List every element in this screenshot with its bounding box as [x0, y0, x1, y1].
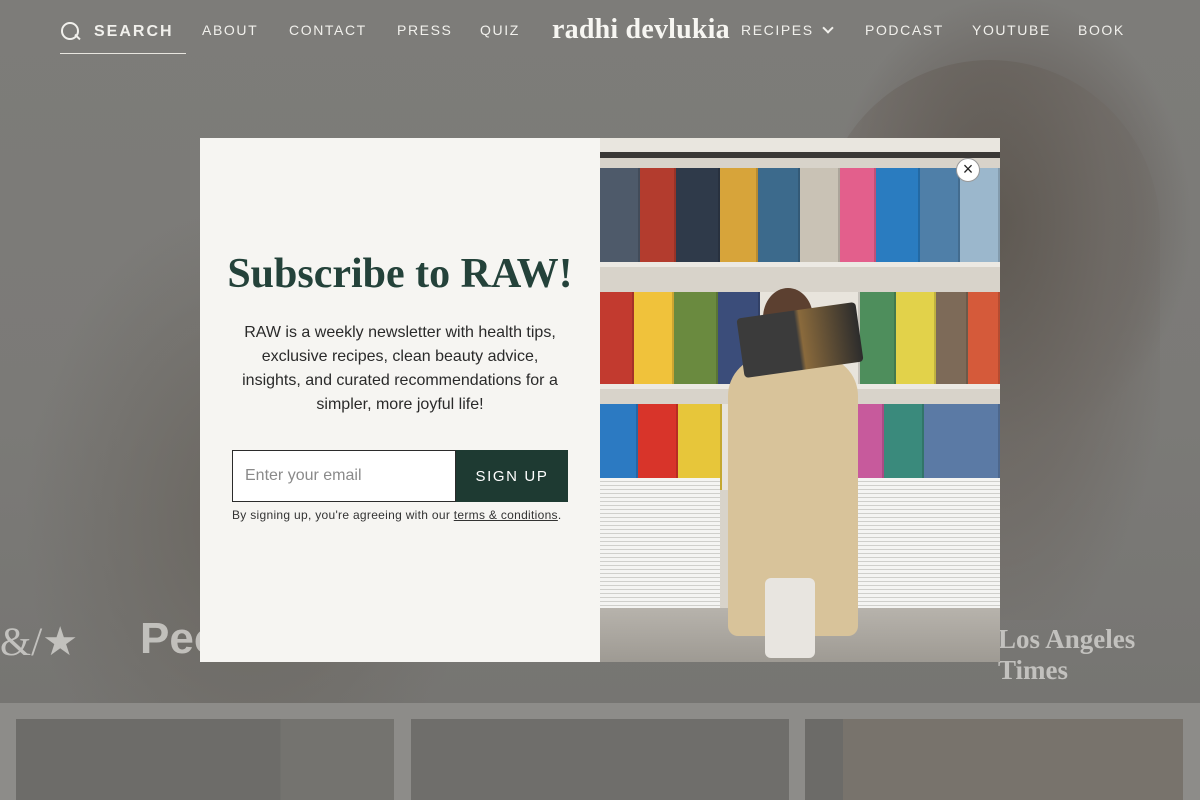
- magazine-row: [600, 168, 1000, 264]
- nav-link-youtube[interactable]: YOUTUBE: [972, 22, 1051, 38]
- subscribe-form: SIGN UP: [232, 450, 568, 502]
- magazine: [896, 292, 936, 384]
- disclaimer-suffix: .: [557, 508, 562, 522]
- email-field[interactable]: [232, 450, 456, 502]
- top-nav: SEARCH ABOUT CONTACT PRESS QUIZ radhi de…: [0, 0, 1200, 64]
- nav-link-recipes-label: RECIPES: [741, 22, 814, 38]
- magazine: [968, 292, 1000, 384]
- magazine: [676, 168, 720, 264]
- nav-link-book[interactable]: BOOK: [1078, 22, 1125, 38]
- magazine: [720, 168, 758, 264]
- terms-disclaimer: By signing up, you're agreeing with our …: [232, 508, 572, 522]
- close-icon: ×: [962, 159, 974, 179]
- chevron-down-icon: [822, 22, 834, 34]
- nav-link-contact[interactable]: CONTACT: [289, 22, 367, 38]
- newsstand-photo: ×: [600, 138, 1000, 662]
- press-logo-stars: &/★: [0, 619, 79, 664]
- newspaper-stack: [600, 478, 720, 608]
- search-icon: [60, 21, 82, 43]
- content-grid: [0, 703, 1200, 800]
- subscribe-panel: Subscribe to RAW! RAW is a weekly newsle…: [200, 138, 600, 662]
- nav-link-press[interactable]: PRESS: [397, 22, 452, 38]
- search-label: SEARCH: [94, 23, 174, 40]
- nav-link-recipes[interactable]: RECIPES: [741, 22, 834, 38]
- press-logo-la-times: Los Angeles Times: [998, 624, 1136, 685]
- magazine: [936, 292, 968, 384]
- terms-link[interactable]: terms & conditions: [454, 508, 558, 522]
- sign-up-button[interactable]: SIGN UP: [456, 450, 568, 502]
- magazine: [876, 168, 920, 264]
- brand-logo[interactable]: radhi devlukia: [552, 14, 730, 46]
- magazine: [840, 168, 876, 264]
- shelf: [600, 262, 1000, 267]
- content-card[interactable]: [411, 719, 789, 800]
- magazine: [860, 292, 896, 384]
- nav-link-podcast[interactable]: PODCAST: [865, 22, 944, 38]
- magazine: [920, 168, 960, 264]
- magazine: [960, 168, 1000, 264]
- search-button[interactable]: SEARCH: [60, 14, 186, 54]
- nav-link-about[interactable]: ABOUT: [202, 22, 258, 38]
- magazine: [800, 168, 840, 264]
- magazine: [600, 292, 634, 384]
- close-button[interactable]: ×: [956, 158, 980, 182]
- modal-title: Subscribe to RAW!: [227, 251, 573, 297]
- content-card[interactable]: [16, 719, 394, 800]
- disclaimer-text: By signing up, you're agreeing with our: [232, 508, 454, 522]
- nav-link-quiz[interactable]: QUIZ: [480, 22, 520, 38]
- magazine: [640, 168, 676, 264]
- subscribe-modal: Subscribe to RAW! RAW is a weekly newsle…: [200, 138, 1000, 662]
- person-legs: [765, 578, 815, 658]
- magazine: [600, 168, 640, 264]
- magazine: [674, 292, 718, 384]
- magazine: [634, 292, 674, 384]
- modal-description: RAW is a weekly newsletter with health t…: [242, 324, 558, 413]
- magazine: [758, 168, 800, 264]
- content-card[interactable]: [805, 719, 1183, 800]
